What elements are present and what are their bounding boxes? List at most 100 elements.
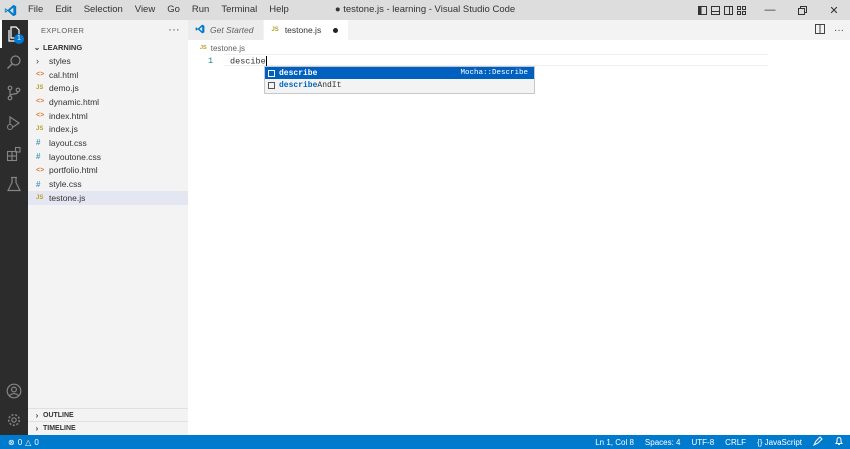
- explorer-icon[interactable]: 1: [0, 20, 28, 48]
- code-text: descibe: [230, 56, 266, 67]
- html-icon: <>: [36, 98, 45, 106]
- tab-testone-js[interactable]: JS testone.js: [264, 20, 350, 40]
- menu-view[interactable]: View: [129, 0, 161, 20]
- warning-count: 0: [34, 437, 39, 447]
- customize-layout-icon[interactable]: [735, 0, 748, 20]
- js-icon: JS: [271, 27, 279, 33]
- menu-file[interactable]: File: [22, 0, 49, 20]
- tab-label: Get Started: [210, 25, 254, 35]
- explorer-sidebar: EXPLORER ··· ⌄ LEARNING › styles <> cal.…: [28, 20, 188, 435]
- timeline-section[interactable]: › TIMELINE: [28, 421, 188, 434]
- breadcrumb-file[interactable]: testone.js: [211, 44, 245, 53]
- breadcrumb[interactable]: JS testone.js: [200, 42, 245, 54]
- snippet-icon: [268, 69, 275, 77]
- feedback-icon[interactable]: [812, 436, 823, 448]
- file-label: testone.js: [49, 192, 86, 203]
- problems-status[interactable]: ⊗ 0 △ 0: [0, 438, 39, 447]
- menu-run[interactable]: Run: [186, 0, 215, 20]
- file-item-style-css[interactable]: # style.css: [28, 177, 188, 191]
- css-icon: #: [36, 179, 41, 189]
- js-icon: JS: [200, 45, 207, 51]
- toggle-secondary-sidebar-icon[interactable]: [722, 0, 735, 20]
- indentation[interactable]: Spaces: 4: [645, 438, 681, 447]
- more-actions-icon[interactable]: ···: [834, 25, 844, 36]
- manage-gear-icon[interactable]: [0, 406, 28, 434]
- current-line-highlight: [224, 54, 768, 66]
- file-item-index-html[interactable]: <> index.html: [28, 109, 188, 123]
- end-of-line[interactable]: CRLF: [725, 438, 746, 447]
- search-icon[interactable]: [0, 48, 28, 76]
- outline-label: OUTLINE: [43, 411, 74, 419]
- file-label: index.js: [49, 124, 78, 135]
- menu-go[interactable]: Go: [161, 0, 186, 20]
- file-label: index.html: [49, 110, 88, 121]
- file-item-demo-js[interactable]: JS demo.js: [28, 81, 188, 95]
- toggle-sidebar-icon[interactable]: [696, 0, 709, 20]
- source-control-icon[interactable]: [0, 79, 28, 107]
- suggestion-match: describe: [279, 80, 318, 90]
- tab-get-started[interactable]: Get Started: [188, 20, 265, 40]
- menu-edit[interactable]: Edit: [49, 0, 77, 20]
- code-editor[interactable]: 1 descibe: [188, 54, 850, 435]
- minimize-icon[interactable]: —: [754, 0, 786, 20]
- chevron-right-icon: ›: [35, 410, 39, 420]
- js-icon: JS: [36, 194, 44, 201]
- file-label: style.css: [49, 179, 82, 190]
- code-line[interactable]: descibe: [230, 56, 267, 66]
- vscode-logo-icon: [195, 24, 205, 36]
- suggestion-detail: Mocha::Describe: [460, 69, 528, 77]
- split-editor-icon[interactable]: [815, 23, 825, 37]
- warning-icon: △: [25, 437, 32, 447]
- language-mode[interactable]: {} JavaScript: [757, 438, 802, 447]
- file-item-cal-html[interactable]: <> cal.html: [28, 68, 188, 82]
- html-icon: <>: [36, 166, 45, 174]
- menu-selection[interactable]: Selection: [78, 0, 129, 20]
- html-icon: <>: [36, 112, 45, 120]
- notifications-bell-icon[interactable]: [834, 436, 844, 448]
- file-label: styles: [49, 55, 71, 66]
- braces-icon: {}: [757, 437, 765, 447]
- unsaved-dot-icon[interactable]: [333, 27, 339, 33]
- file-item-portfolio-html[interactable]: <> portfolio.html: [28, 164, 188, 178]
- file-label: layoutone.css: [49, 151, 101, 162]
- suggestion-item[interactable]: describe AndIt: [265, 79, 534, 91]
- outline-section[interactable]: › OUTLINE: [28, 408, 188, 421]
- active-indicator: [0, 20, 2, 48]
- file-item-layout-css[interactable]: # layout.css: [28, 136, 188, 150]
- restore-icon[interactable]: [786, 0, 818, 20]
- file-item-testone-js[interactable]: JS testone.js: [28, 190, 188, 205]
- toggle-panel-icon[interactable]: [709, 0, 722, 20]
- file-item-dynamic-html[interactable]: <> dynamic.html: [28, 95, 188, 109]
- error-icon: ⊗: [8, 437, 15, 447]
- window-title: ● testone.js - learning - Visual Studio …: [334, 4, 516, 15]
- menu-help[interactable]: Help: [263, 0, 295, 20]
- menu-bar: File Edit Selection View Go Run Terminal…: [22, 0, 295, 20]
- explorer-title: EXPLORER: [41, 25, 85, 35]
- js-icon: JS: [36, 85, 44, 92]
- suggestion-item[interactable]: describe Mocha::Describe: [265, 67, 534, 79]
- title-bar: File Edit Selection View Go Run Terminal…: [0, 0, 850, 20]
- js-icon: JS: [36, 126, 44, 133]
- run-debug-icon[interactable]: [0, 109, 28, 137]
- more-actions-icon[interactable]: ···: [168, 24, 180, 36]
- suggestion-rest: AndIt: [317, 80, 342, 90]
- timeline-label: TIMELINE: [43, 424, 76, 432]
- folder-learning[interactable]: ⌄ LEARNING: [28, 40, 188, 54]
- html-icon: <>: [36, 71, 45, 79]
- extensions-icon[interactable]: [0, 140, 28, 168]
- cursor-position[interactable]: Ln 1, Col 8: [595, 438, 634, 447]
- testing-flask-icon[interactable]: [0, 170, 28, 198]
- text-cursor: [265, 56, 267, 66]
- close-icon[interactable]: ✕: [818, 0, 850, 20]
- account-icon[interactable]: [0, 377, 28, 405]
- file-item-index-js[interactable]: JS index.js: [28, 122, 188, 136]
- encoding[interactable]: UTF-8: [692, 438, 715, 447]
- tab-label: testone.js: [284, 25, 322, 35]
- file-label: demo.js: [49, 83, 79, 94]
- file-label: dynamic.html: [49, 96, 100, 107]
- file-item-styles[interactable]: › styles: [28, 54, 188, 68]
- activity-bar: 1: [0, 20, 28, 435]
- menu-terminal[interactable]: Terminal: [215, 0, 263, 20]
- file-item-layoutone-css[interactable]: # layoutone.css: [28, 150, 188, 164]
- language-label: JavaScript: [764, 437, 802, 447]
